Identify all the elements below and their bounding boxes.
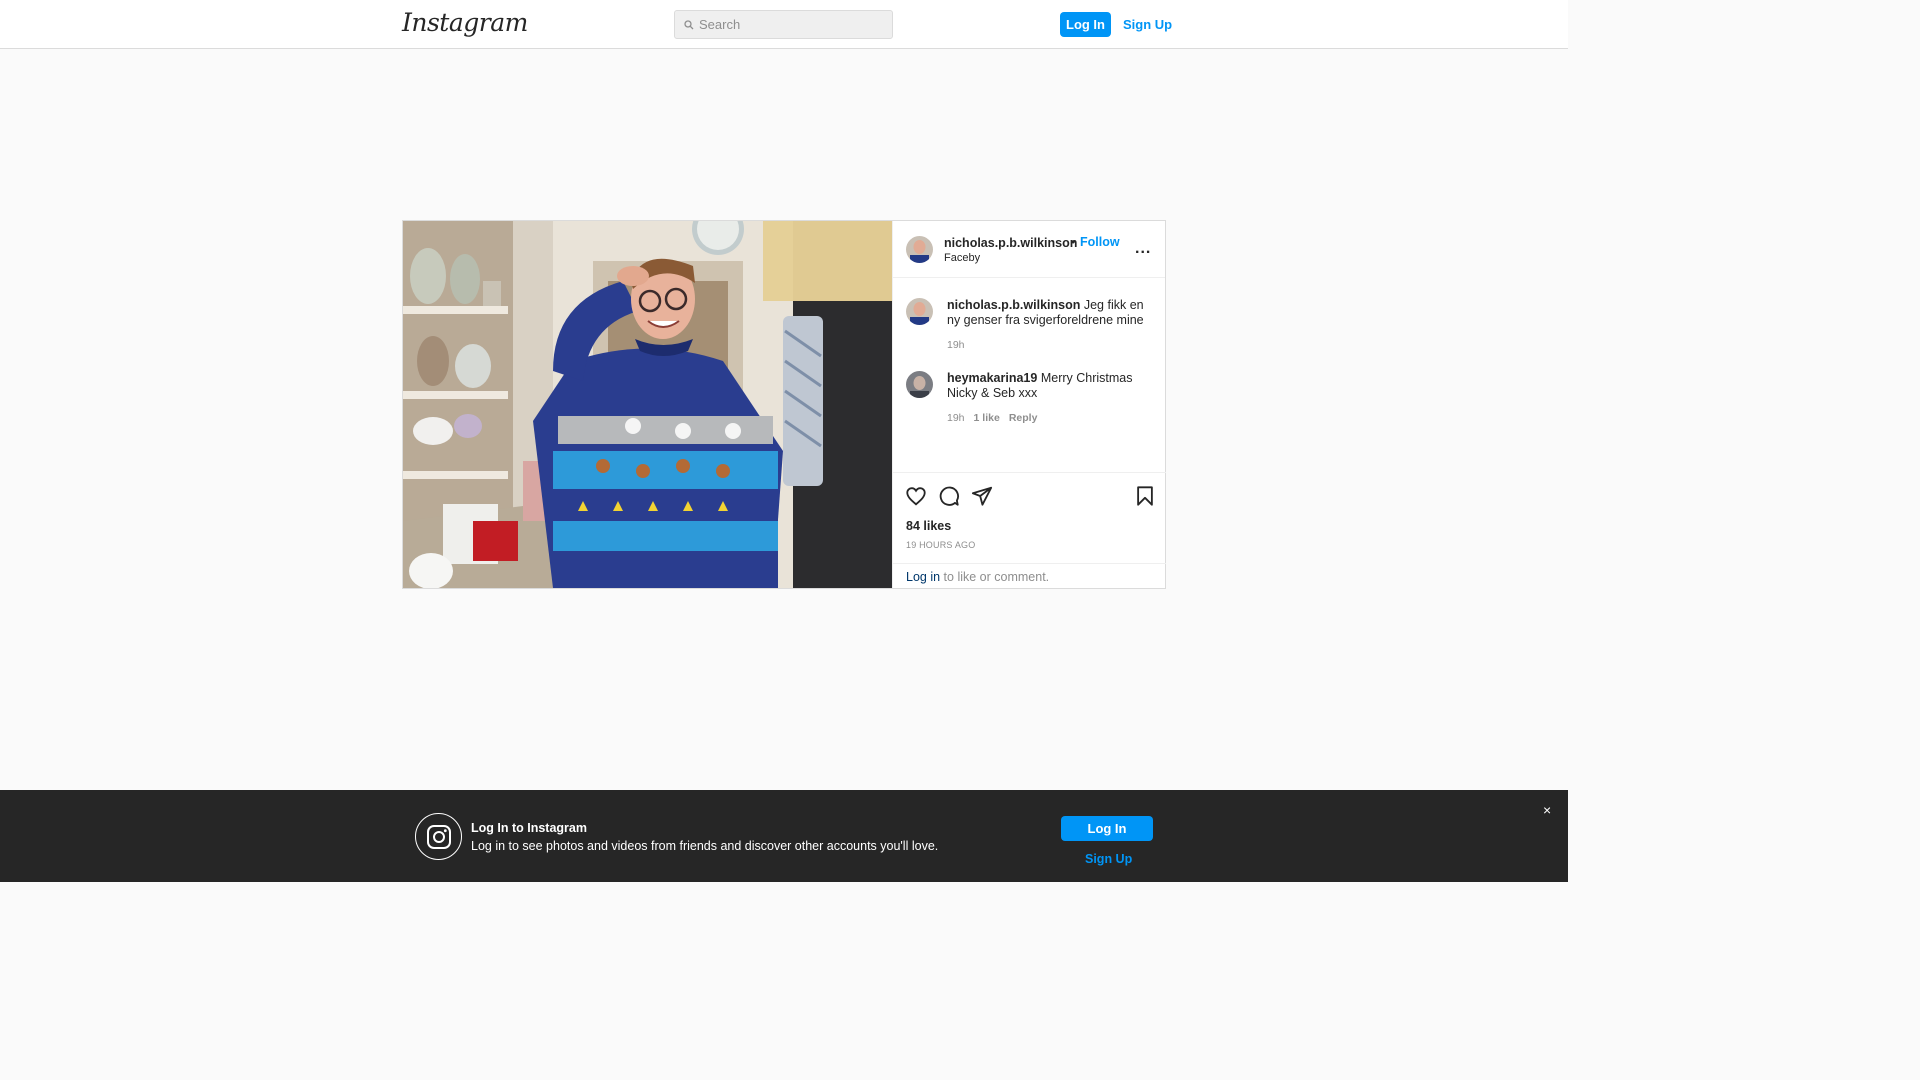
comment-icon[interactable] bbox=[938, 485, 960, 507]
caption-time: 19h bbox=[947, 339, 965, 351]
more-options-icon[interactable]: ... bbox=[1135, 240, 1151, 258]
author-avatar[interactable] bbox=[906, 236, 933, 263]
caption-meta: 19h bbox=[947, 339, 965, 351]
caption-text-block: nicholas.p.b.wilkinson Jeg fikk en ny ge… bbox=[947, 298, 1156, 328]
header-login-button[interactable]: Log In bbox=[1060, 12, 1111, 37]
share-icon[interactable] bbox=[971, 485, 993, 507]
login-link[interactable]: Log in bbox=[906, 570, 940, 584]
post-photo-illustration bbox=[403, 221, 892, 588]
likes-count[interactable]: 84 likes bbox=[906, 519, 951, 533]
banner-signup-link[interactable]: Sign Up bbox=[1085, 852, 1132, 866]
post-card: nicholas.p.b.wilkinson • Follow Faceby .… bbox=[402, 220, 1166, 589]
post-timestamp: 19 HOURS AGO bbox=[906, 540, 976, 550]
search-input[interactable] bbox=[699, 17, 879, 32]
close-icon[interactable]: × bbox=[1543, 802, 1551, 818]
commenter-avatar[interactable] bbox=[906, 371, 933, 398]
comment-text-block: heymakarina19 Merry Christmas Nicky & Se… bbox=[947, 371, 1156, 401]
post-header: nicholas.p.b.wilkinson • Follow Faceby .… bbox=[893, 221, 1165, 278]
banner-login-button[interactable]: Log In bbox=[1061, 816, 1153, 841]
post-location[interactable]: Faceby bbox=[944, 252, 980, 264]
login-prompt-text: to like or comment. bbox=[943, 570, 1050, 584]
banner-subtitle: Log in to see photos and videos from fri… bbox=[471, 839, 939, 853]
instagram-logo[interactable]: Instagram bbox=[402, 8, 528, 37]
comment-likes[interactable]: 1 like bbox=[974, 412, 1000, 424]
login-prompt: Log in to like or comment. bbox=[893, 563, 1166, 588]
search-box[interactable] bbox=[674, 10, 893, 39]
bookmark-icon[interactable] bbox=[1134, 485, 1156, 507]
comment-time: 19h bbox=[947, 412, 965, 424]
separator-dot: • bbox=[1071, 235, 1076, 249]
instagram-glyph-icon bbox=[415, 813, 462, 860]
caption-username[interactable]: nicholas.p.b.wilkinson bbox=[947, 298, 1080, 312]
commenter-username[interactable]: heymakarina19 bbox=[947, 371, 1037, 385]
reply-button[interactable]: Reply bbox=[1009, 412, 1038, 424]
banner-title: Log In to Instagram bbox=[471, 821, 587, 835]
post-side-panel: nicholas.p.b.wilkinson • Follow Faceby .… bbox=[892, 221, 1166, 588]
comment-meta: 19h 1 like Reply bbox=[947, 412, 1037, 424]
search-icon bbox=[684, 19, 694, 29]
caption-avatar[interactable] bbox=[906, 298, 933, 325]
post-photo[interactable] bbox=[403, 221, 892, 588]
top-navigation-bar: Instagram Log In Sign Up bbox=[0, 0, 1568, 49]
author-username[interactable]: nicholas.p.b.wilkinson bbox=[944, 236, 1077, 250]
post-actions: 84 likes 19 HOURS AGO bbox=[893, 472, 1166, 564]
header-signup-link[interactable]: Sign Up bbox=[1123, 17, 1172, 32]
heart-icon[interactable] bbox=[905, 485, 927, 507]
login-banner: Log In to Instagram Log in to see photos… bbox=[0, 790, 1568, 882]
follow-button[interactable]: Follow bbox=[1080, 235, 1120, 249]
